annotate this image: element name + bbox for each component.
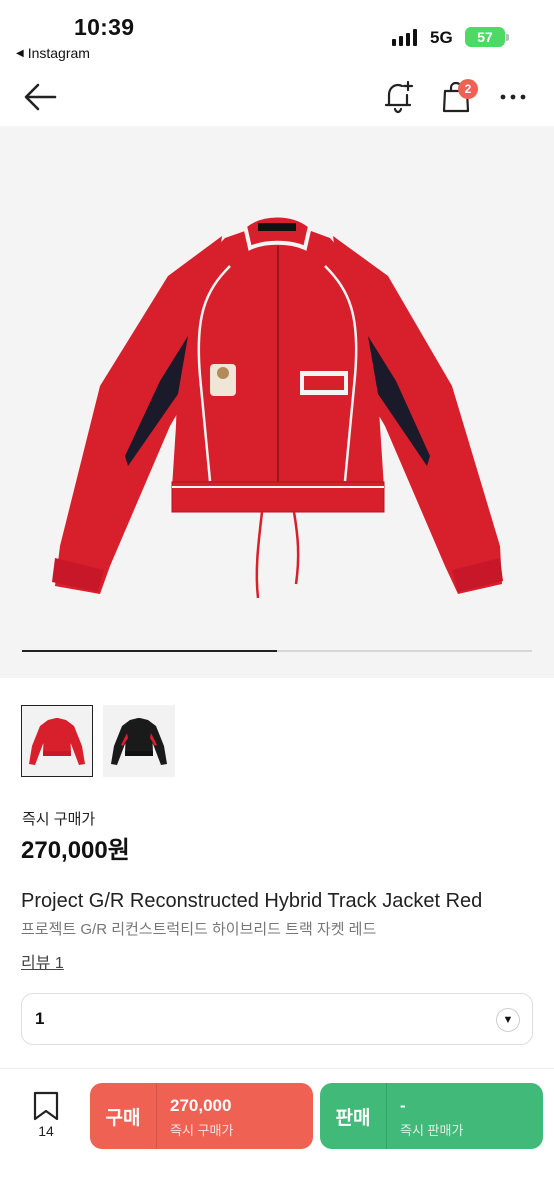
buy-button-price: 270,000: [170, 1096, 232, 1115]
quantity-select[interactable]: 1 ▼: [21, 993, 533, 1045]
chevron-down-icon: ▼: [496, 1008, 520, 1032]
gallery-progress: [22, 650, 532, 652]
battery-level: 57: [477, 29, 493, 45]
thumbnail-red-image: [29, 718, 85, 765]
back-to-app-link[interactable]: ◀ Instagram: [16, 45, 90, 61]
cart-badge: 2: [458, 79, 478, 99]
more-horizontal-icon: [500, 94, 526, 100]
battery-icon: 57: [465, 27, 509, 47]
arrow-left-icon: [24, 83, 57, 111]
buy-button-divider: [156, 1083, 157, 1149]
status-bar: 10:39 ◀ Instagram 5G 57: [0, 0, 554, 68]
gallery-progress-fill: [22, 650, 277, 652]
sell-button-divider: [386, 1083, 387, 1149]
buy-button-label: 구매: [105, 1107, 141, 1129]
sell-button-label: 판매: [335, 1107, 371, 1129]
instant-buy-price-label: 즉시 구매가: [22, 811, 96, 828]
sell-button-price: -: [400, 1096, 406, 1115]
bookmark-icon: [33, 1091, 59, 1121]
wishlist-button[interactable]: 14: [26, 1091, 66, 1143]
wishlist-count: 14: [38, 1123, 54, 1139]
back-button[interactable]: [22, 82, 58, 112]
thumbnail-black-image: [111, 718, 167, 765]
product-jacket-image: [52, 213, 503, 599]
network-label: 5G: [430, 28, 453, 47]
thumbnail-red[interactable]: [21, 705, 93, 777]
bell-plus-icon: [384, 80, 414, 114]
back-triangle-icon: ◀: [16, 47, 24, 59]
buy-button-sub: 즉시 구매가: [170, 1123, 234, 1138]
product-title-ko: 프로젝트 G/R 리컨스트럭티드 하이브리드 트랙 자켓 레드: [21, 921, 377, 938]
thumbnail-black[interactable]: [103, 705, 175, 777]
instant-buy-price: 270,000원: [21, 837, 130, 864]
buy-button[interactable]: 구매 270,000 즉시 구매가: [90, 1083, 313, 1149]
thumbnail-list: [21, 705, 175, 777]
signal-icon: [392, 28, 417, 46]
more-button[interactable]: [498, 82, 528, 112]
back-app-label: Instagram: [27, 45, 90, 61]
sell-button-sub: 즉시 판매가: [400, 1123, 464, 1138]
review-link[interactable]: 리뷰 1: [21, 949, 64, 973]
quantity-value: 1: [35, 1009, 45, 1028]
bottom-action-bar: 14 구매 270,000 즉시 구매가 판매 - 즉시 판매가: [0, 1068, 554, 1200]
product-title-en: Project G/R Reconstructed Hybrid Track J…: [21, 890, 483, 912]
status-time: 10:39: [74, 14, 135, 40]
top-nav-bar: 2: [0, 68, 554, 126]
sell-button[interactable]: 판매 - 즉시 판매가: [320, 1083, 543, 1149]
notification-add-button[interactable]: [383, 80, 415, 114]
product-image-carousel[interactable]: [0, 126, 554, 678]
